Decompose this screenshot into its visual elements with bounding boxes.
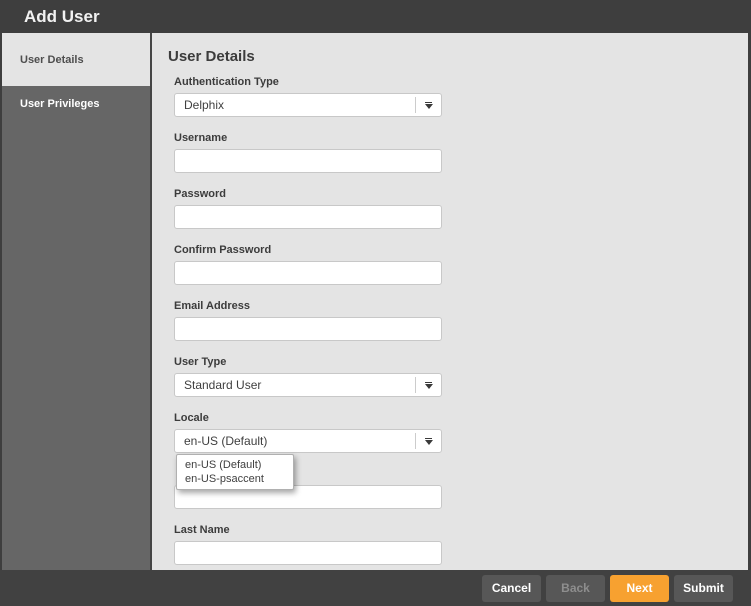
form-field: Locale en-US (Default) en-US (Default) en…	[174, 412, 442, 490]
field-label: Email Address	[174, 300, 251, 312]
form-field: Last Name	[174, 524, 442, 565]
form-fields: Authentication Type Delphix Username Pas…	[174, 76, 442, 565]
content-panel: User Details Authentication Type Delphix…	[152, 33, 748, 570]
submit-button[interactable]: Submit	[674, 574, 733, 602]
last-name-input[interactable]	[174, 541, 442, 565]
form-field: Email Address	[174, 300, 442, 341]
form-field: Password	[174, 188, 442, 229]
section-heading: User Details	[168, 48, 255, 65]
confirm-password-input[interactable]	[174, 261, 442, 285]
form-field: User Type Standard User	[174, 356, 442, 397]
dropdown-option[interactable]: en-US (Default)	[177, 458, 293, 472]
field-label: Confirm Password	[174, 244, 272, 256]
cancel-button[interactable]: Cancel	[482, 574, 541, 602]
chevron-down-icon	[416, 381, 441, 389]
sidebar: User Details User Privileges	[0, 33, 152, 570]
field-label: Locale	[174, 412, 209, 424]
field-label: Username	[174, 132, 228, 144]
select-value: en-US (Default)	[184, 434, 268, 448]
sidebar-tab-user-privileges[interactable]: User Privileges	[2, 86, 150, 570]
add-user-dialog: Add User User Details User Privileges Use…	[0, 0, 751, 606]
username-input[interactable]	[174, 149, 442, 173]
footer-bar: Cancel Back Next Submit	[0, 570, 751, 606]
chevron-down-icon	[416, 437, 441, 445]
field-label: User Type	[174, 356, 227, 368]
form-field: Confirm Password	[174, 244, 442, 285]
field-label: Password	[174, 188, 226, 200]
sidebar-tab-user-details[interactable]: User Details	[2, 33, 150, 86]
select-value: Standard User	[184, 378, 262, 392]
form-field: Authentication Type Delphix	[174, 76, 442, 117]
password-input[interactable]	[174, 205, 442, 229]
user-type-select[interactable]: Standard User	[174, 373, 442, 397]
dropdown-option[interactable]: en-US-psaccent	[177, 472, 293, 486]
email-address-input[interactable]	[174, 317, 442, 341]
field-label: Last Name	[174, 524, 230, 536]
chevron-down-icon	[416, 101, 441, 109]
locale-select[interactable]: en-US (Default)	[174, 429, 442, 453]
authentication-type-select[interactable]: Delphix	[174, 93, 442, 117]
field-label: Authentication Type	[174, 76, 279, 88]
back-button: Back	[546, 574, 605, 602]
form-field: Username	[174, 132, 442, 173]
select-value: Delphix	[184, 98, 225, 112]
dialog-title: Add User	[0, 0, 751, 33]
dialog-body: User Details User Privileges User Details…	[0, 33, 751, 570]
next-button[interactable]: Next	[610, 574, 669, 602]
locale-dropdown-popup: en-US (Default) en-US-psaccent	[176, 454, 294, 490]
